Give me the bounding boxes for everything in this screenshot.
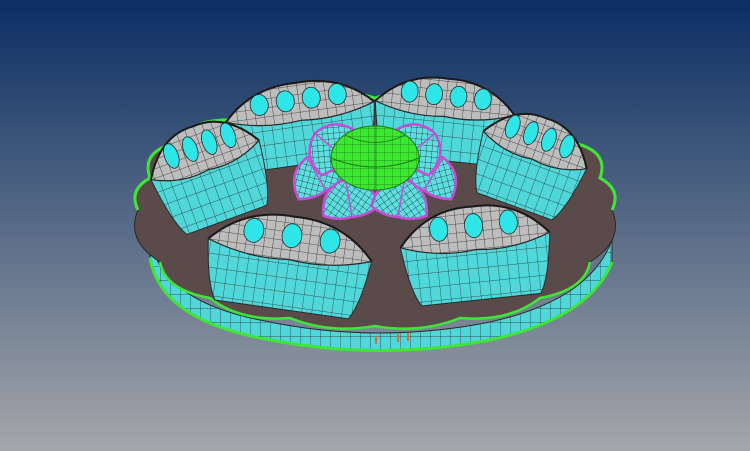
central-dome bbox=[330, 125, 420, 191]
mesh-model-render[interactable] bbox=[0, 0, 750, 451]
3d-viewport[interactable] bbox=[0, 0, 750, 451]
